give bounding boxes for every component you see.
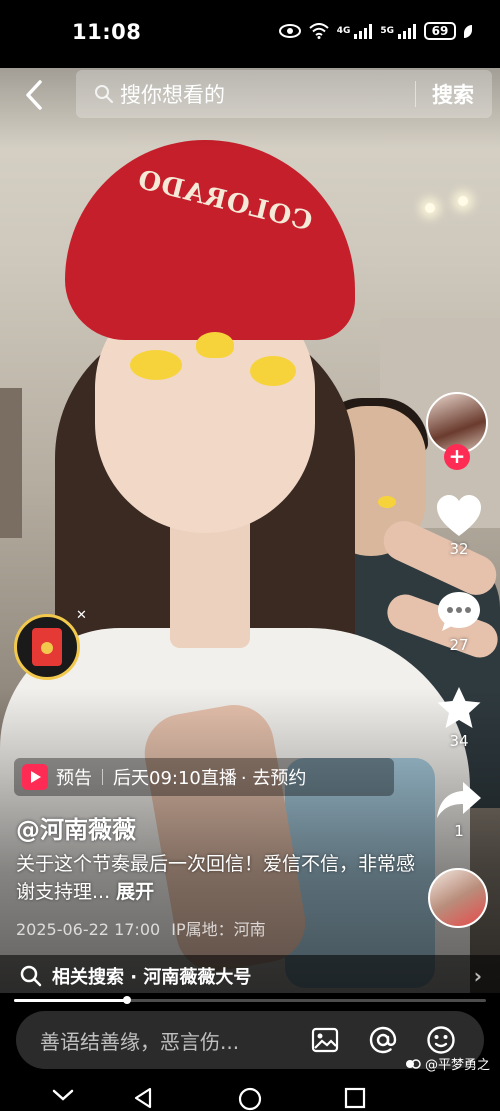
leaf-icon bbox=[464, 24, 472, 38]
like-button[interactable]: 32 bbox=[430, 494, 488, 558]
wifi-icon bbox=[309, 23, 329, 39]
progress-handle[interactable] bbox=[123, 996, 132, 1004]
face-sticker bbox=[378, 496, 396, 508]
progress-fill bbox=[14, 999, 128, 1002]
video-progress-bar[interactable] bbox=[14, 996, 486, 1004]
comment-icon bbox=[438, 592, 480, 631]
share-icon bbox=[437, 782, 481, 818]
at-icon[interactable] bbox=[368, 1025, 398, 1055]
heart-icon bbox=[437, 495, 481, 536]
emoji-icon[interactable] bbox=[426, 1025, 456, 1055]
face-sticker bbox=[130, 350, 182, 380]
face-sticker bbox=[250, 356, 296, 386]
live-preview-icon bbox=[22, 764, 48, 790]
post-meta: 2025-06-22 17:00 IP属地：河南 bbox=[16, 916, 266, 940]
signal-icon bbox=[354, 23, 373, 39]
post-caption: 关于这个节奏最后一次回信！爱信不信，非常感谢支持理... 展开 bbox=[16, 850, 416, 906]
reserve-link[interactable]: · 去预约 bbox=[241, 764, 306, 790]
search-divider bbox=[415, 81, 416, 107]
red-cap bbox=[65, 140, 355, 340]
ceiling-light bbox=[425, 203, 435, 213]
comment-button[interactable]: 27 bbox=[430, 590, 488, 654]
search-bar[interactable]: 搜你想看的 搜索 bbox=[76, 70, 492, 118]
nav-back-icon[interactable] bbox=[133, 1087, 153, 1109]
system-nav-bar bbox=[0, 1080, 500, 1111]
caption-text: 关于这个节奏最后一次回信！爱信不信，非常感谢支持理... bbox=[16, 853, 416, 903]
related-search-bar[interactable]: 相关搜索 · 河南薇薇大号 › bbox=[0, 955, 500, 997]
favorite-count: 34 bbox=[449, 732, 469, 750]
related-search-label: 相关搜索 · 河南薇薇大号 bbox=[52, 967, 252, 988]
post-ip: IP属地：河南 bbox=[171, 920, 266, 939]
comment-count: 27 bbox=[449, 636, 469, 654]
favorite-button[interactable]: 34 bbox=[430, 686, 488, 750]
music-disc-avatar[interactable] bbox=[428, 868, 488, 928]
network-type-2: 5G bbox=[380, 25, 394, 36]
post-date: 2025-06-22 17:00 bbox=[16, 920, 161, 939]
follow-button[interactable]: + bbox=[444, 444, 470, 470]
author-name[interactable]: @河南薇薇 bbox=[16, 810, 136, 845]
status-icons: 4G 5G 69 bbox=[278, 22, 472, 40]
live-preview-bar[interactable]: 预告 后天09:10直播 · 去预约 bbox=[14, 758, 394, 796]
preview-schedule: 后天09:10直播 bbox=[113, 768, 237, 789]
ceiling-light bbox=[458, 196, 468, 206]
watermark-text: @平梦勇之 bbox=[424, 1058, 490, 1073]
nav-recents-icon[interactable] bbox=[344, 1087, 366, 1109]
signal-icon bbox=[398, 23, 416, 39]
watermark: @平梦勇之 bbox=[405, 1054, 490, 1073]
network-type-1: 4G bbox=[336, 25, 351, 36]
nav-home-icon[interactable] bbox=[238, 1087, 262, 1111]
like-count: 32 bbox=[449, 540, 469, 558]
face-sticker bbox=[196, 332, 234, 358]
preview-label: 预告 bbox=[56, 768, 92, 789]
chevron-right-icon: › bbox=[473, 964, 482, 988]
search-button[interactable]: 搜索 bbox=[432, 79, 474, 109]
back-icon[interactable] bbox=[18, 78, 52, 112]
red-envelope-icon bbox=[32, 628, 62, 666]
red-envelope-button[interactable] bbox=[14, 614, 80, 680]
search-icon bbox=[20, 965, 42, 987]
expand-button[interactable]: 展开 bbox=[116, 881, 154, 903]
image-icon[interactable] bbox=[310, 1025, 340, 1055]
search-input[interactable]: 搜你想看的 bbox=[120, 79, 415, 109]
star-icon bbox=[437, 687, 481, 728]
video-scene bbox=[0, 388, 22, 538]
watermark-icon bbox=[405, 1058, 421, 1069]
preview-divider bbox=[102, 769, 103, 785]
comment-placeholder: 善语结善缘，恶言伤... bbox=[40, 1029, 240, 1054]
search-icon bbox=[95, 85, 113, 103]
eye-icon bbox=[278, 24, 301, 38]
share-count: 1 bbox=[454, 822, 464, 840]
close-icon[interactable]: ✕ bbox=[76, 608, 87, 623]
battery-icon: 69 bbox=[424, 22, 456, 40]
status-bar: 11:08 4G 5G 69 bbox=[0, 0, 500, 68]
share-button[interactable]: 1 bbox=[430, 780, 488, 840]
chevron-down-icon[interactable] bbox=[52, 1087, 74, 1103]
status-time: 11:08 bbox=[72, 20, 142, 44]
